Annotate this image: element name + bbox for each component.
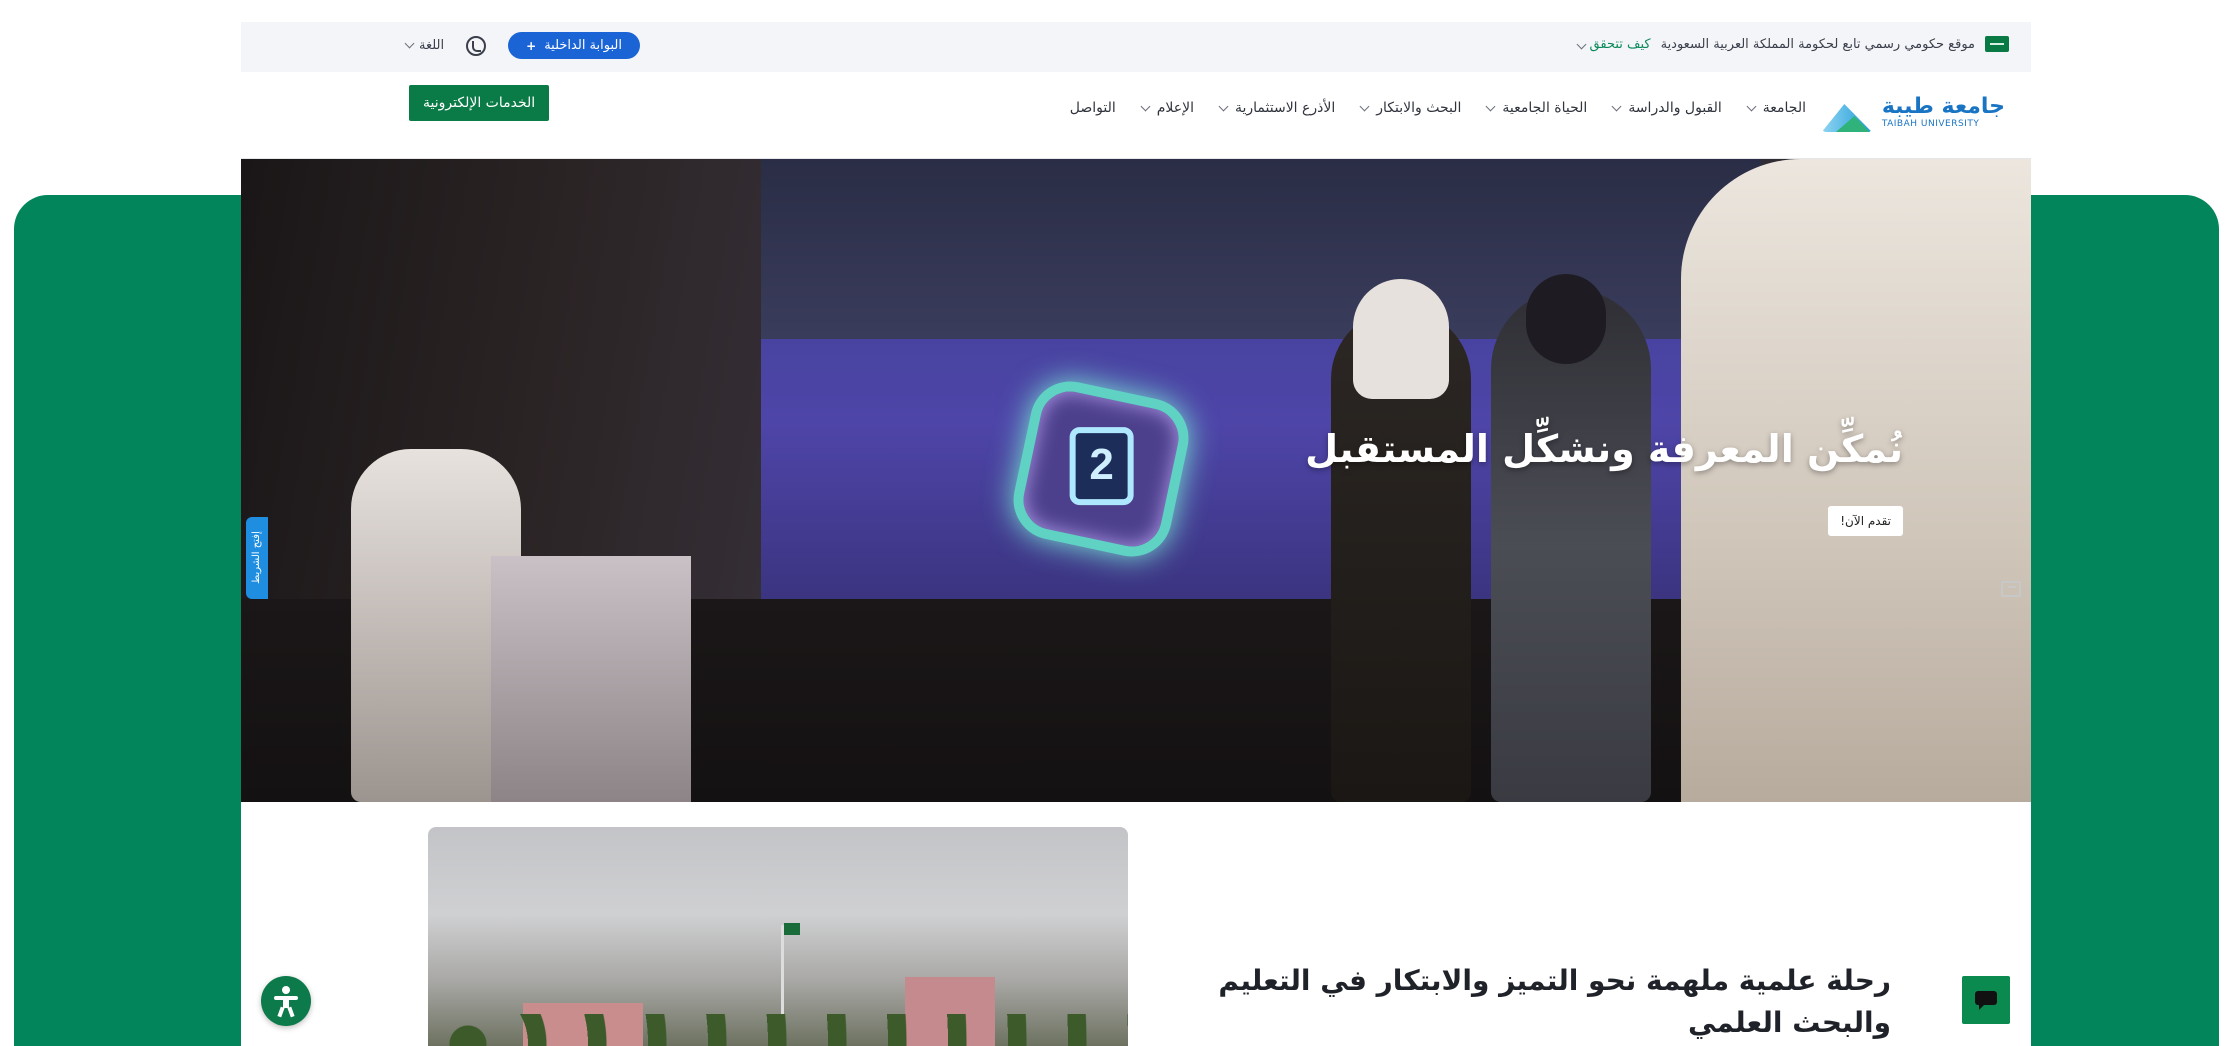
nav-item-label: القبول والدراسة: [1628, 100, 1722, 116]
badge-number: 2: [1069, 427, 1134, 506]
eservices-button[interactable]: الخدمات الإلكترونية: [409, 85, 550, 121]
nav-item-contact[interactable]: التواصل: [1070, 100, 1116, 116]
website-viewport: موقع حكومي رسمي تابع لحكومة المملكة العر…: [241, 22, 2031, 1046]
gov-notice: موقع حكومي رسمي تابع لحكومة المملكة العر…: [1576, 36, 2009, 52]
internal-portal-button[interactable]: البوابة الداخلية +: [508, 32, 640, 59]
nav-item-investment[interactable]: الأذرع الاستثمارية: [1218, 100, 1336, 116]
phone-icon[interactable]: [466, 35, 487, 56]
chevron-down-icon: [1359, 101, 1370, 111]
guest-headdress: [1353, 279, 1449, 399]
podium: [491, 556, 691, 802]
nav-item-admission[interactable]: القبول والدراسة: [1611, 100, 1722, 116]
chevron-down-icon: [1140, 101, 1151, 111]
logo-mark-icon: [1821, 90, 1872, 134]
nav-item-campus-life[interactable]: الحياة الجامعية: [1485, 100, 1588, 116]
guest-headscarf: [1526, 274, 1606, 364]
chevron-down-icon: [1576, 39, 1587, 49]
foreground-figure: [1681, 159, 2031, 802]
nav-item-label: الحياة الجامعية: [1502, 100, 1588, 116]
logo-text: جامعة طيبة TAIBAH UNIVERSITY: [1881, 94, 2005, 130]
nav-item-label: البحث والابتكار: [1376, 100, 1462, 116]
chevron-down-icon: [1611, 101, 1622, 111]
hero-banner: 2 نُمكِّن المعرفة ونشكِّل المستقبل تقدم …: [241, 159, 2031, 802]
guest-figure: [1491, 289, 1651, 802]
nav-item-research[interactable]: البحث والابتكار: [1359, 100, 1462, 116]
about-section-title: رحلة علمية ملهمة نحو التميز والابتكار في…: [1191, 960, 1891, 1044]
plus-icon: +: [526, 38, 537, 53]
chevron-down-icon: [1746, 101, 1757, 111]
verify-link-label: كيف تتحقق: [1589, 36, 1651, 52]
logo-arabic: جامعة طيبة: [1881, 94, 2005, 119]
chevron-down-icon: [404, 38, 415, 49]
apply-now-button[interactable]: تقدم الآن!: [1828, 506, 1903, 536]
main-navigation: جامعة طيبة TAIBAH UNIVERSITY الجامعة الق…: [241, 72, 2031, 159]
verify-link[interactable]: كيف تتحقق: [1576, 36, 1651, 52]
hero-title: نُمكِّن المعرفة ونشكِّل المستقبل: [1305, 427, 1903, 471]
campus-image: [428, 827, 1128, 1046]
nav-item-label: التواصل: [1069, 100, 1116, 116]
nav-item-media[interactable]: الإعلام: [1140, 100, 1194, 116]
logo-english: TAIBAH UNIVERSITY: [1881, 119, 1980, 129]
chevron-down-icon: [1485, 101, 1496, 111]
top-tools: اللغة البوابة الداخلية +: [404, 32, 640, 59]
nav-item-label: الأذرع الاستثمارية: [1235, 100, 1336, 116]
university-logo[interactable]: جامعة طيبة TAIBAH UNIVERSITY: [1821, 90, 2005, 134]
side-tab[interactable]: إفتح الشريط: [246, 517, 268, 599]
accessibility-icon[interactable]: [261, 976, 311, 1026]
about-title-line: والبحث العلمي: [1688, 1006, 1891, 1039]
nav-menu: الجامعة القبول والدراسة الحياة الجامعية …: [1070, 100, 1806, 116]
nav-item-university[interactable]: الجامعة: [1746, 100, 1806, 116]
gallery-icon[interactable]: [2001, 581, 2021, 597]
about-title-line: رحلة علمية ملهمة نحو التميز والابتكار في…: [1218, 964, 1891, 997]
chat-icon[interactable]: [1962, 976, 2010, 1024]
flag-icon: [1985, 36, 2009, 52]
gov-notice-bar: موقع حكومي رسمي تابع لحكومة المملكة العر…: [241, 22, 2031, 72]
language-label: اللغة: [419, 38, 445, 53]
chevron-down-icon: [1218, 101, 1229, 111]
gov-notice-text: موقع حكومي رسمي تابع لحكومة المملكة العر…: [1660, 36, 1975, 52]
nav-item-label: الجامعة: [1762, 100, 1806, 116]
language-selector[interactable]: اللغة: [404, 38, 445, 53]
internal-portal-label: البوابة الداخلية: [544, 38, 622, 53]
nav-item-label: الإعلام: [1156, 100, 1194, 116]
